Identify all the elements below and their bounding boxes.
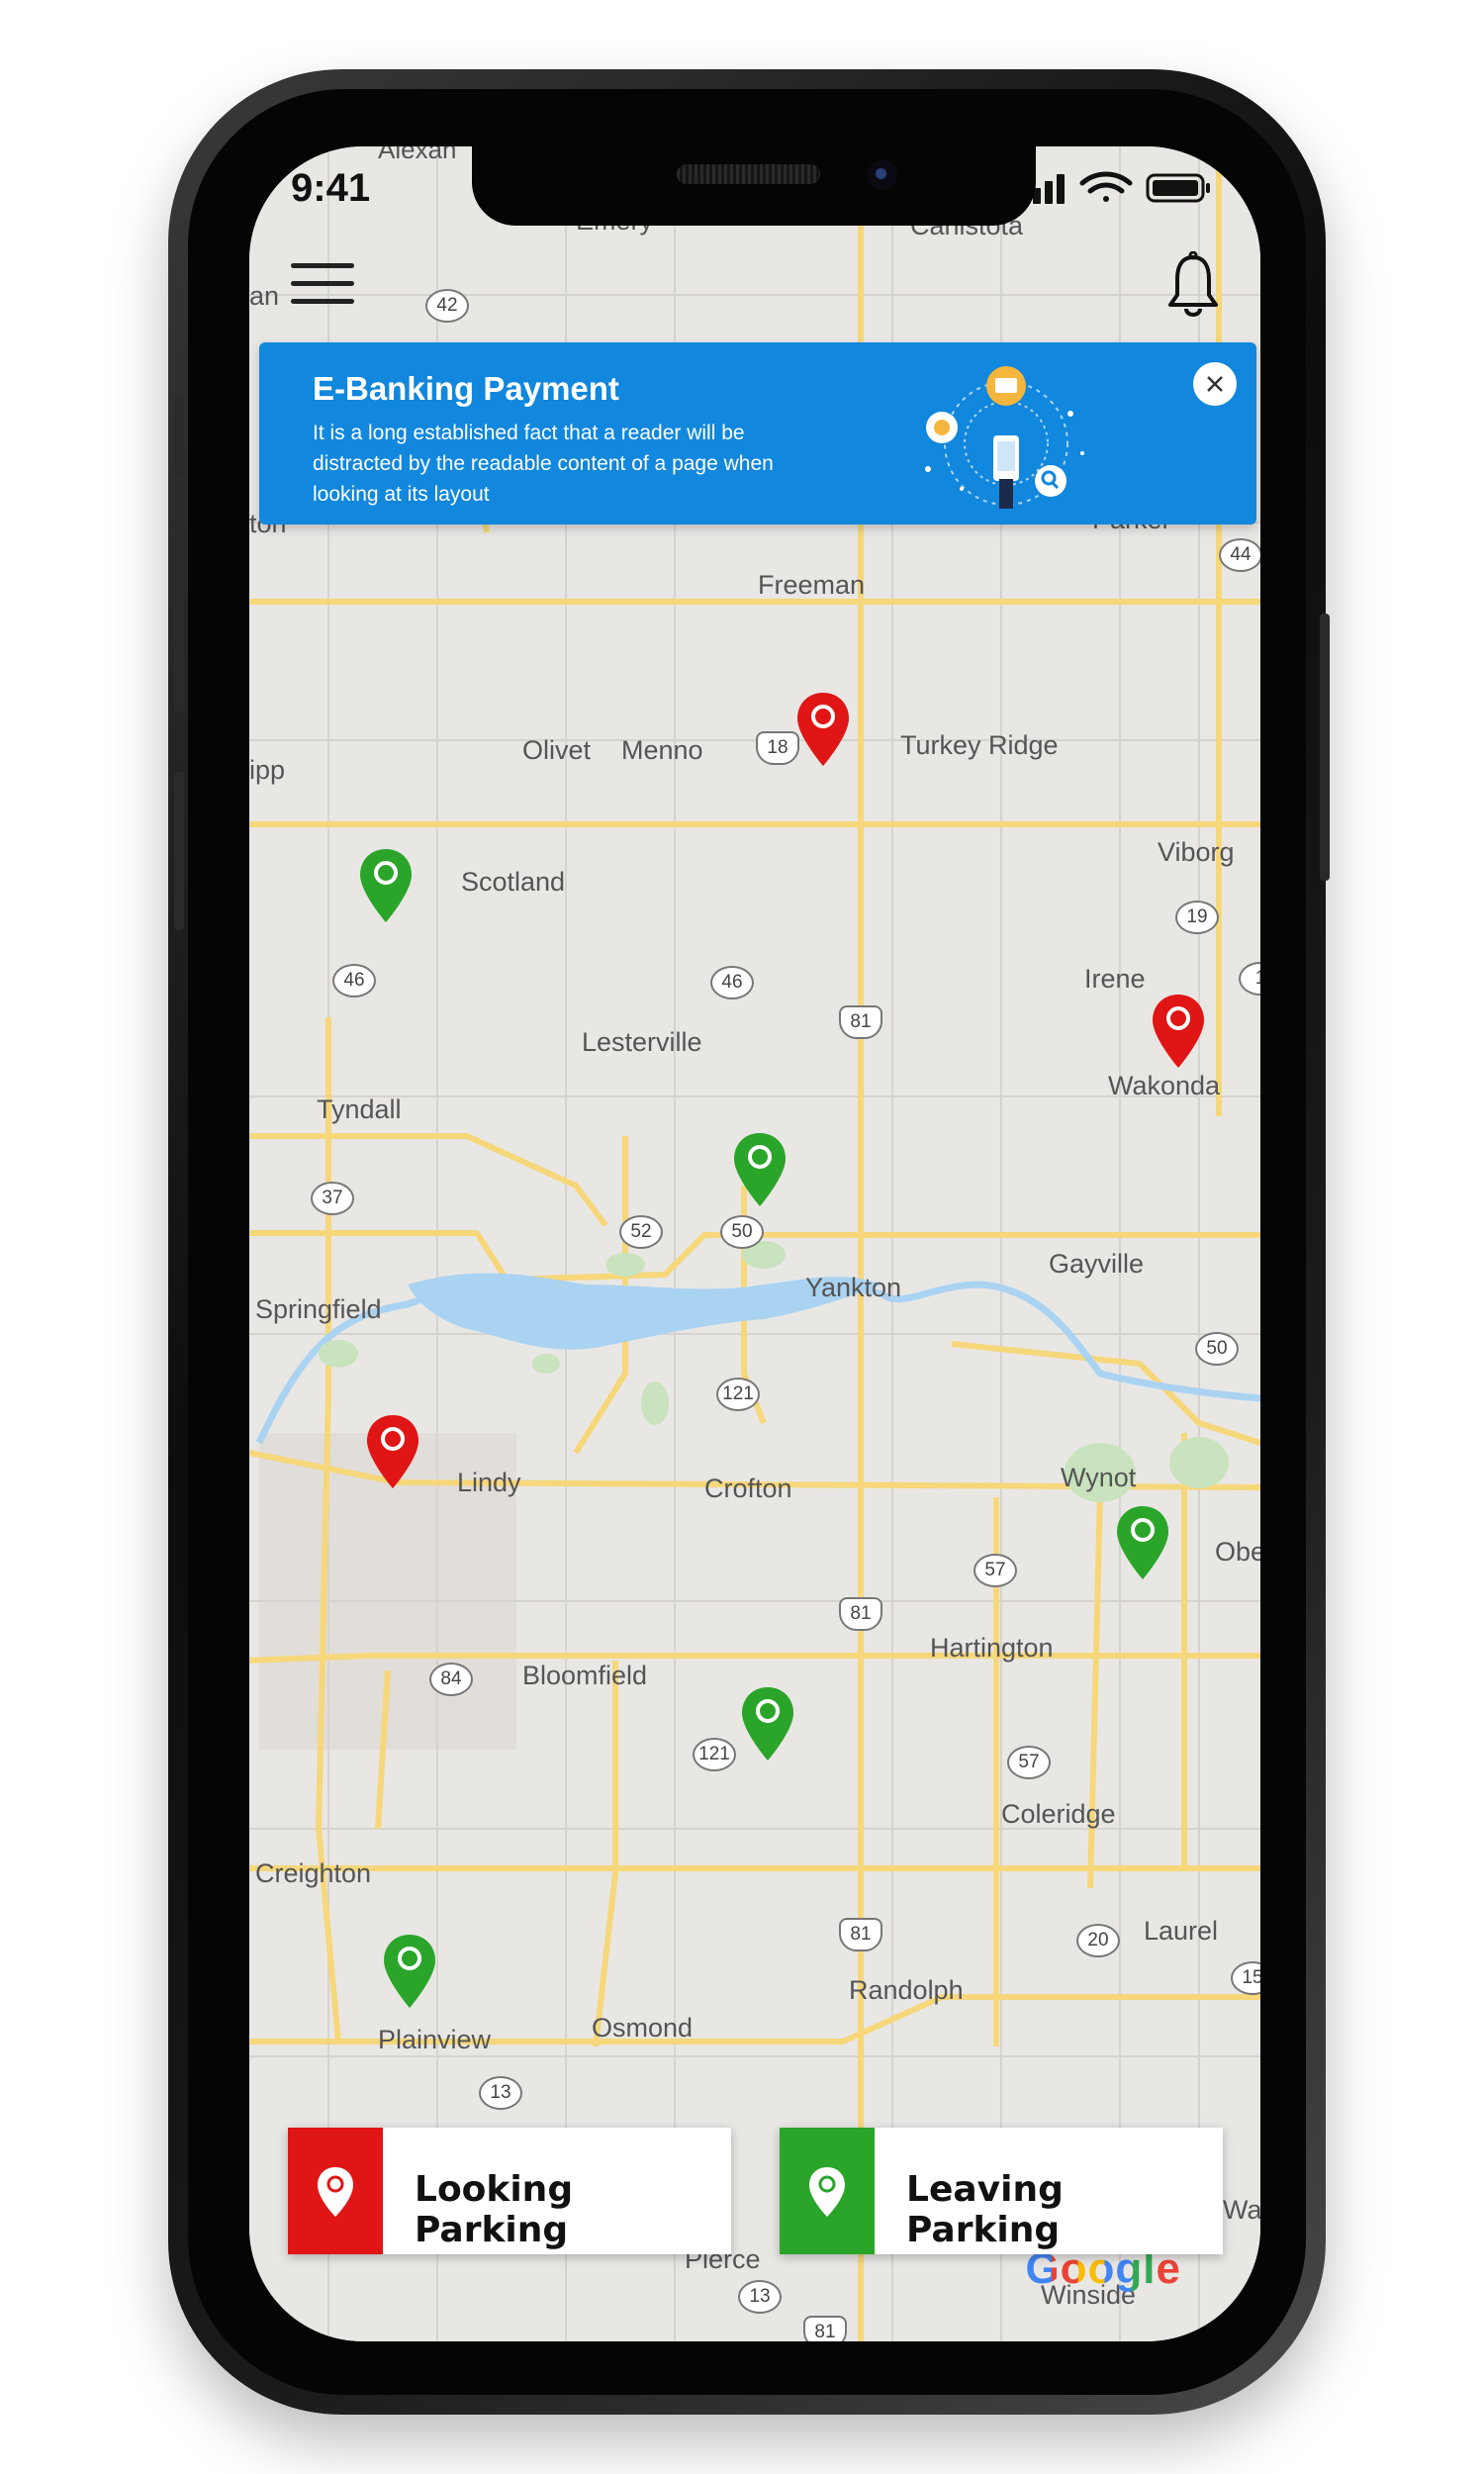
looking-parking-pin[interactable] bbox=[365, 1413, 420, 1490]
route-shield: 84 bbox=[429, 1663, 473, 1696]
map-label: Creighton bbox=[255, 1858, 372, 1888]
route-shield: 81 bbox=[803, 2316, 847, 2341]
route-shield: 81 bbox=[839, 1918, 882, 1951]
map-label: Freeman bbox=[758, 570, 866, 600]
map-label: Obe bbox=[1215, 1537, 1260, 1567]
looking-icon-box bbox=[288, 2128, 383, 2254]
map-label: Osmond bbox=[592, 2013, 694, 2043]
map-label: Alexan bbox=[378, 146, 457, 164]
map-label: Randolph bbox=[849, 1975, 964, 2005]
route-shield: 81 bbox=[839, 1005, 882, 1039]
route-shield: 52 bbox=[619, 1215, 663, 1249]
route-shield: 50 bbox=[720, 1215, 764, 1249]
looking-parking-button[interactable]: Looking Parking bbox=[288, 2128, 731, 2254]
map-label: Bloomfield bbox=[522, 1661, 648, 1690]
route-shield: 121 bbox=[693, 1738, 736, 1771]
leaving-parking-pin[interactable] bbox=[732, 1131, 788, 1208]
map-label: Viborg bbox=[1158, 837, 1235, 867]
route-shield: 121 bbox=[716, 1378, 760, 1411]
route-shield: 46 bbox=[332, 964, 376, 998]
route-shield: 57 bbox=[1007, 1746, 1051, 1779]
close-icon[interactable] bbox=[1193, 362, 1237, 406]
map-label: Gayville bbox=[1049, 1249, 1145, 1279]
map-label: Menno bbox=[621, 735, 703, 765]
route-shield: 13 bbox=[479, 2076, 522, 2110]
volume-up-button bbox=[174, 554, 184, 713]
map-label: Olivet bbox=[522, 735, 592, 765]
battery-icon bbox=[1146, 173, 1210, 203]
status-icons bbox=[1021, 171, 1210, 204]
map-label: Plainview bbox=[378, 2025, 492, 2054]
map-label: Hartington bbox=[930, 1633, 1054, 1663]
map-label: Lindy bbox=[457, 1468, 521, 1497]
map-label: Wynot bbox=[1061, 1463, 1137, 1492]
location-pin-icon bbox=[318, 2167, 353, 2217]
route-shield: 37 bbox=[311, 1182, 354, 1215]
map-label: Crofton bbox=[704, 1474, 792, 1503]
app-screen: Alexan Emery Canistota Freeman Olivet Me… bbox=[249, 146, 1260, 2341]
wifi-icon bbox=[1079, 171, 1133, 202]
ebanking-illustration bbox=[925, 366, 1084, 509]
map-label: Tyndall bbox=[317, 1094, 402, 1124]
map-label: Wakonda bbox=[1108, 1071, 1221, 1100]
leaving-parking-button[interactable]: Leaving Parking bbox=[780, 2128, 1223, 2254]
location-pin-icon bbox=[809, 2167, 845, 2217]
route-shield: 50 bbox=[1195, 1332, 1239, 1366]
map-label: Wa bbox=[1223, 2195, 1260, 2225]
status-time: 9:41 bbox=[291, 166, 371, 210]
banner-title: E-Banking Payment bbox=[313, 370, 619, 407]
bell-icon[interactable] bbox=[1165, 251, 1221, 321]
looking-parking-label: Looking Parking bbox=[415, 2169, 574, 2250]
map-label: Laurel bbox=[1144, 1916, 1219, 1946]
route-shield: 44 bbox=[1219, 538, 1260, 572]
route-shield: 46 bbox=[710, 966, 754, 999]
leaving-icon-box bbox=[780, 2128, 875, 2254]
speaker-grille bbox=[677, 164, 820, 184]
leaving-parking-pin[interactable] bbox=[382, 1933, 437, 2010]
map-label: Coleridge bbox=[1001, 1799, 1116, 1829]
leaving-parking-pin[interactable] bbox=[1115, 1504, 1170, 1581]
map-label: an bbox=[249, 281, 280, 311]
volume-down-button bbox=[174, 772, 184, 930]
map-label: Springfield bbox=[255, 1294, 382, 1324]
promo-banner[interactable]: E-Banking Payment It is a long establish… bbox=[259, 342, 1256, 524]
leaving-parking-pin[interactable] bbox=[740, 1685, 795, 1762]
leaving-parking-pin[interactable] bbox=[358, 847, 414, 924]
route-shield: 42 bbox=[425, 289, 469, 323]
route-shield: 13 bbox=[738, 2280, 782, 2314]
map-label: Yankton bbox=[805, 1273, 902, 1302]
route-shield: 20 bbox=[1076, 1924, 1120, 1957]
map-label: Irene bbox=[1084, 964, 1146, 994]
power-button bbox=[1320, 614, 1330, 881]
looking-parking-pin[interactable] bbox=[1151, 993, 1206, 1070]
looking-parking-pin[interactable] bbox=[795, 691, 851, 768]
map-label: ipp bbox=[249, 755, 286, 785]
mute-switch bbox=[174, 396, 184, 475]
map-label: Lesterville bbox=[582, 1027, 702, 1057]
route-shield: 81 bbox=[839, 1597, 882, 1631]
camera-icon bbox=[868, 160, 897, 190]
hamburger-menu-icon[interactable] bbox=[291, 263, 354, 313]
leaving-parking-label: Leaving Parking bbox=[906, 2169, 1064, 2250]
route-shield: 19 bbox=[1175, 901, 1219, 934]
route-shield: 57 bbox=[974, 1554, 1017, 1587]
notch bbox=[472, 146, 1036, 226]
map-label: Scotland bbox=[461, 867, 566, 897]
banner-text: It is a long established fact that a rea… bbox=[313, 422, 774, 506]
route-shield: 18 bbox=[756, 731, 799, 765]
map-label: Turkey Ridge bbox=[900, 730, 1059, 760]
